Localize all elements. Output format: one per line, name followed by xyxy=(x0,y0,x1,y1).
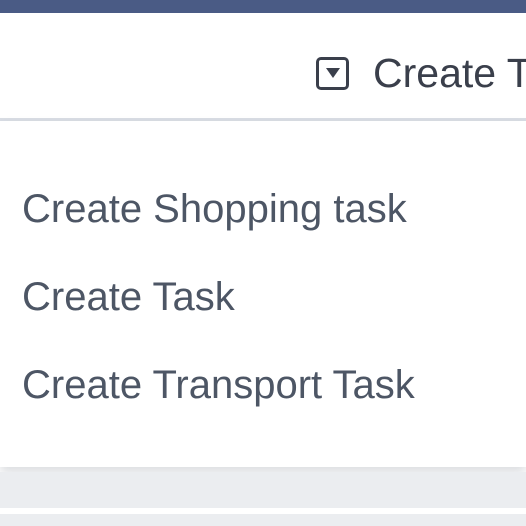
background-panel xyxy=(0,472,526,526)
create-button-label: Create T xyxy=(373,49,526,96)
top-nav-bar xyxy=(0,0,526,13)
create-dropdown-button[interactable]: Create T xyxy=(316,42,526,104)
caret-down-box-icon xyxy=(316,56,349,90)
menu-item-create-shopping-task[interactable]: Create Shopping task xyxy=(22,179,407,239)
create-dropdown-menu: Create Shopping task Create Task Create … xyxy=(0,121,526,467)
menu-item-create-task[interactable]: Create Task xyxy=(22,267,235,327)
menu-item-create-transport-task[interactable]: Create Transport Task xyxy=(22,355,415,415)
page: Create T Create Shopping task Create Tas… xyxy=(0,0,526,526)
background-divider xyxy=(0,508,526,514)
